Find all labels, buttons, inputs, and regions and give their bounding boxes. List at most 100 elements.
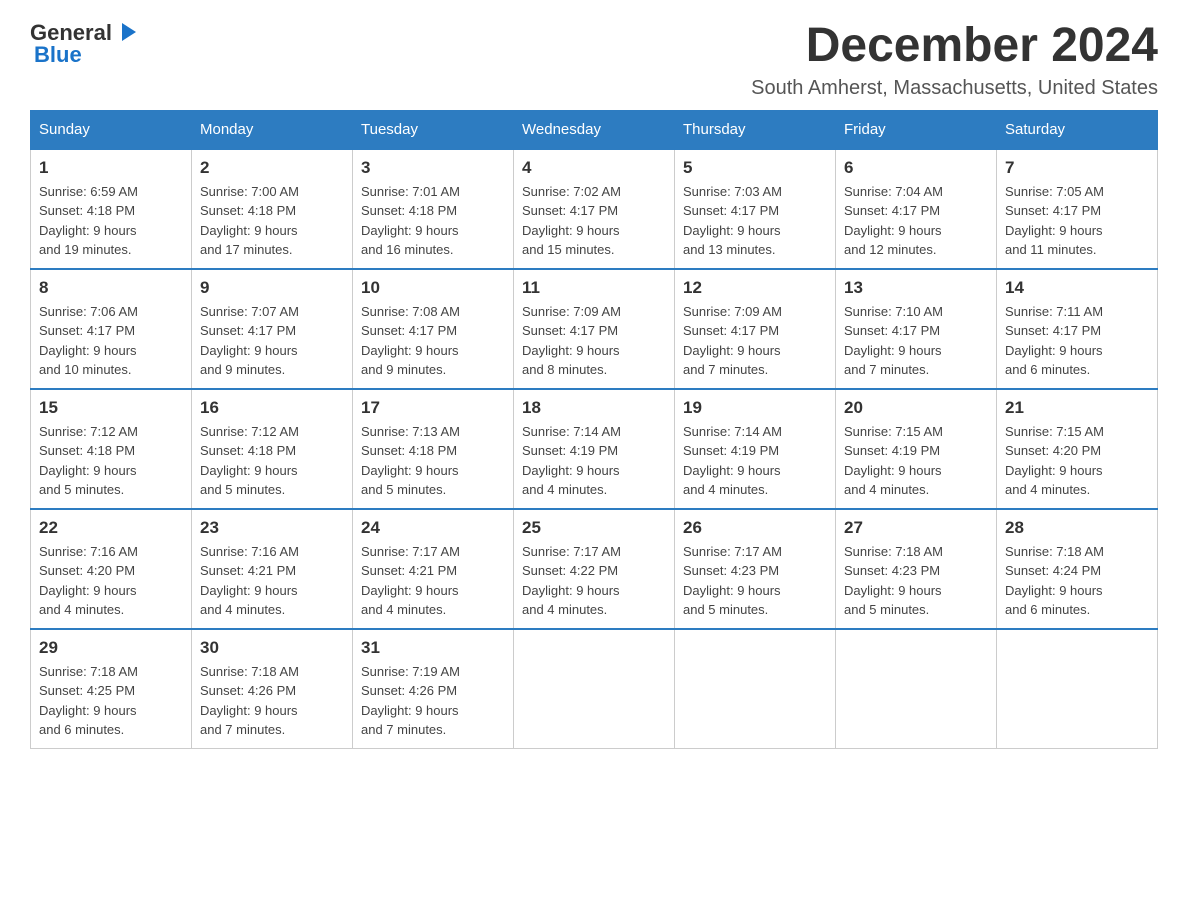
day-info: Sunrise: 7:01 AM Sunset: 4:18 PM Dayligh… xyxy=(361,182,505,260)
day-info: Sunrise: 7:15 AM Sunset: 4:20 PM Dayligh… xyxy=(1005,422,1149,500)
day-number: 21 xyxy=(1005,398,1149,418)
day-cell-25: 25 Sunrise: 7:17 AM Sunset: 4:22 PM Dayl… xyxy=(514,509,675,629)
week-row-3: 15 Sunrise: 7:12 AM Sunset: 4:18 PM Dayl… xyxy=(31,389,1158,509)
day-number: 24 xyxy=(361,518,505,538)
day-cell-2: 2 Sunrise: 7:00 AM Sunset: 4:18 PM Dayli… xyxy=(192,149,353,269)
day-cell-11: 11 Sunrise: 7:09 AM Sunset: 4:17 PM Dayl… xyxy=(514,269,675,389)
day-number: 19 xyxy=(683,398,827,418)
day-cell-10: 10 Sunrise: 7:08 AM Sunset: 4:17 PM Dayl… xyxy=(353,269,514,389)
day-number: 23 xyxy=(200,518,344,538)
day-info: Sunrise: 7:18 AM Sunset: 4:25 PM Dayligh… xyxy=(39,662,183,740)
header-day-friday: Friday xyxy=(836,110,997,149)
week-row-4: 22 Sunrise: 7:16 AM Sunset: 4:20 PM Dayl… xyxy=(31,509,1158,629)
day-cell-26: 26 Sunrise: 7:17 AM Sunset: 4:23 PM Dayl… xyxy=(675,509,836,629)
day-info: Sunrise: 7:16 AM Sunset: 4:21 PM Dayligh… xyxy=(200,542,344,620)
day-cell-27: 27 Sunrise: 7:18 AM Sunset: 4:23 PM Dayl… xyxy=(836,509,997,629)
header-day-tuesday: Tuesday xyxy=(353,110,514,149)
logo-blue-text: Blue xyxy=(34,42,82,68)
day-info: Sunrise: 7:00 AM Sunset: 4:18 PM Dayligh… xyxy=(200,182,344,260)
day-info: Sunrise: 7:09 AM Sunset: 4:17 PM Dayligh… xyxy=(683,302,827,380)
header-day-monday: Monday xyxy=(192,110,353,149)
day-cell-19: 19 Sunrise: 7:14 AM Sunset: 4:19 PM Dayl… xyxy=(675,389,836,509)
day-number: 18 xyxy=(522,398,666,418)
day-number: 8 xyxy=(39,278,183,298)
empty-cell xyxy=(675,629,836,749)
day-info: Sunrise: 7:16 AM Sunset: 4:20 PM Dayligh… xyxy=(39,542,183,620)
day-number: 5 xyxy=(683,158,827,178)
day-info: Sunrise: 7:11 AM Sunset: 4:17 PM Dayligh… xyxy=(1005,302,1149,380)
day-cell-28: 28 Sunrise: 7:18 AM Sunset: 4:24 PM Dayl… xyxy=(997,509,1158,629)
calendar-table: SundayMondayTuesdayWednesdayThursdayFrid… xyxy=(30,110,1158,749)
day-number: 27 xyxy=(844,518,988,538)
day-number: 9 xyxy=(200,278,344,298)
day-cell-3: 3 Sunrise: 7:01 AM Sunset: 4:18 PM Dayli… xyxy=(353,149,514,269)
day-number: 13 xyxy=(844,278,988,298)
day-number: 1 xyxy=(39,158,183,178)
day-number: 16 xyxy=(200,398,344,418)
day-info: Sunrise: 7:15 AM Sunset: 4:19 PM Dayligh… xyxy=(844,422,988,500)
day-cell-20: 20 Sunrise: 7:15 AM Sunset: 4:19 PM Dayl… xyxy=(836,389,997,509)
week-row-1: 1 Sunrise: 6:59 AM Sunset: 4:18 PM Dayli… xyxy=(31,149,1158,269)
day-number: 14 xyxy=(1005,278,1149,298)
day-info: Sunrise: 7:18 AM Sunset: 4:26 PM Dayligh… xyxy=(200,662,344,740)
header-day-sunday: Sunday xyxy=(31,110,192,149)
logo: General Blue xyxy=(30,20,136,68)
day-info: Sunrise: 7:05 AM Sunset: 4:17 PM Dayligh… xyxy=(1005,182,1149,260)
header-day-saturday: Saturday xyxy=(997,110,1158,149)
day-cell-31: 31 Sunrise: 7:19 AM Sunset: 4:26 PM Dayl… xyxy=(353,629,514,749)
week-row-2: 8 Sunrise: 7:06 AM Sunset: 4:17 PM Dayli… xyxy=(31,269,1158,389)
day-cell-22: 22 Sunrise: 7:16 AM Sunset: 4:20 PM Dayl… xyxy=(31,509,192,629)
day-number: 25 xyxy=(522,518,666,538)
day-number: 20 xyxy=(844,398,988,418)
day-number: 17 xyxy=(361,398,505,418)
day-cell-24: 24 Sunrise: 7:17 AM Sunset: 4:21 PM Dayl… xyxy=(353,509,514,629)
day-cell-23: 23 Sunrise: 7:16 AM Sunset: 4:21 PM Dayl… xyxy=(192,509,353,629)
day-info: Sunrise: 6:59 AM Sunset: 4:18 PM Dayligh… xyxy=(39,182,183,260)
day-number: 15 xyxy=(39,398,183,418)
day-info: Sunrise: 7:09 AM Sunset: 4:17 PM Dayligh… xyxy=(522,302,666,380)
day-number: 26 xyxy=(683,518,827,538)
day-info: Sunrise: 7:13 AM Sunset: 4:18 PM Dayligh… xyxy=(361,422,505,500)
day-cell-17: 17 Sunrise: 7:13 AM Sunset: 4:18 PM Dayl… xyxy=(353,389,514,509)
empty-cell xyxy=(836,629,997,749)
day-cell-16: 16 Sunrise: 7:12 AM Sunset: 4:18 PM Dayl… xyxy=(192,389,353,509)
day-info: Sunrise: 7:17 AM Sunset: 4:23 PM Dayligh… xyxy=(683,542,827,620)
day-info: Sunrise: 7:19 AM Sunset: 4:26 PM Dayligh… xyxy=(361,662,505,740)
page-header: General Blue December 2024 South Amherst… xyxy=(30,20,1158,100)
day-number: 2 xyxy=(200,158,344,178)
day-cell-30: 30 Sunrise: 7:18 AM Sunset: 4:26 PM Dayl… xyxy=(192,629,353,749)
day-number: 31 xyxy=(361,638,505,658)
day-number: 10 xyxy=(361,278,505,298)
day-cell-8: 8 Sunrise: 7:06 AM Sunset: 4:17 PM Dayli… xyxy=(31,269,192,389)
day-cell-4: 4 Sunrise: 7:02 AM Sunset: 4:17 PM Dayli… xyxy=(514,149,675,269)
day-info: Sunrise: 7:07 AM Sunset: 4:17 PM Dayligh… xyxy=(200,302,344,380)
day-info: Sunrise: 7:17 AM Sunset: 4:21 PM Dayligh… xyxy=(361,542,505,620)
logo-arrow-icon xyxy=(114,21,136,43)
title-section: December 2024 South Amherst, Massachuset… xyxy=(751,20,1158,100)
week-row-5: 29 Sunrise: 7:18 AM Sunset: 4:25 PM Dayl… xyxy=(31,629,1158,749)
day-cell-29: 29 Sunrise: 7:18 AM Sunset: 4:25 PM Dayl… xyxy=(31,629,192,749)
day-cell-5: 5 Sunrise: 7:03 AM Sunset: 4:17 PM Dayli… xyxy=(675,149,836,269)
day-info: Sunrise: 7:12 AM Sunset: 4:18 PM Dayligh… xyxy=(200,422,344,500)
day-info: Sunrise: 7:08 AM Sunset: 4:17 PM Dayligh… xyxy=(361,302,505,380)
day-cell-9: 9 Sunrise: 7:07 AM Sunset: 4:17 PM Dayli… xyxy=(192,269,353,389)
day-info: Sunrise: 7:17 AM Sunset: 4:22 PM Dayligh… xyxy=(522,542,666,620)
day-cell-15: 15 Sunrise: 7:12 AM Sunset: 4:18 PM Dayl… xyxy=(31,389,192,509)
day-info: Sunrise: 7:12 AM Sunset: 4:18 PM Dayligh… xyxy=(39,422,183,500)
header-day-thursday: Thursday xyxy=(675,110,836,149)
day-number: 12 xyxy=(683,278,827,298)
day-cell-14: 14 Sunrise: 7:11 AM Sunset: 4:17 PM Dayl… xyxy=(997,269,1158,389)
day-number: 6 xyxy=(844,158,988,178)
day-cell-18: 18 Sunrise: 7:14 AM Sunset: 4:19 PM Dayl… xyxy=(514,389,675,509)
day-number: 29 xyxy=(39,638,183,658)
day-cell-13: 13 Sunrise: 7:10 AM Sunset: 4:17 PM Dayl… xyxy=(836,269,997,389)
day-info: Sunrise: 7:04 AM Sunset: 4:17 PM Dayligh… xyxy=(844,182,988,260)
day-number: 7 xyxy=(1005,158,1149,178)
day-number: 30 xyxy=(200,638,344,658)
day-info: Sunrise: 7:06 AM Sunset: 4:17 PM Dayligh… xyxy=(39,302,183,380)
day-cell-7: 7 Sunrise: 7:05 AM Sunset: 4:17 PM Dayli… xyxy=(997,149,1158,269)
day-number: 11 xyxy=(522,278,666,298)
month-title: December 2024 xyxy=(751,20,1158,73)
day-info: Sunrise: 7:18 AM Sunset: 4:24 PM Dayligh… xyxy=(1005,542,1149,620)
day-info: Sunrise: 7:03 AM Sunset: 4:17 PM Dayligh… xyxy=(683,182,827,260)
